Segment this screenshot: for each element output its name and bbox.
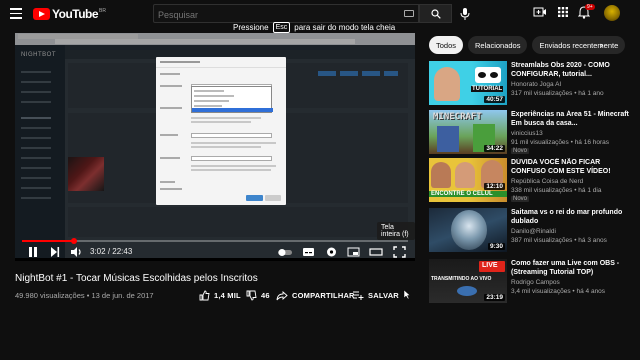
recommendation-title[interactable]: DÚVIDA VOCÊ NÃO FICAR CONFUSO COM ESTE V… (511, 158, 636, 176)
recommendation-title[interactable]: Experiências na Área 51 - Minecraft Em b… (511, 110, 636, 128)
video-thumbnail[interactable]: MINECRAFT 34:22 (429, 110, 507, 154)
youtube-logo[interactable]: YouTube BR (33, 7, 106, 21)
thumbs-up-icon (199, 290, 210, 301)
recommendation-title[interactable]: Streamlabs Obs 2020 - COMO CONFIGURAR, t… (511, 61, 636, 79)
pause-icon[interactable] (27, 244, 39, 260)
recommendation-stats: 387 mil visualizações • há 3 anos (511, 237, 607, 244)
recommendation-stats: 338 mil visualizações • há 1 dia (511, 187, 602, 194)
new-badge: Novo (511, 148, 530, 154)
video-meta: 49.980 visualizações • 13 de jun. de 201… (15, 291, 154, 300)
share-arrow-icon (276, 291, 288, 301)
progress-bar[interactable] (22, 238, 408, 244)
thumbnail-text: ENCONTRE O CELUL (429, 191, 507, 197)
view-count: 49.980 visualizações (15, 291, 85, 300)
video-title: NightBot #1 - Tocar Músicas Escolhidas p… (15, 273, 258, 284)
dislike-count: 46 (261, 291, 270, 300)
meta-separator: • (86, 291, 90, 300)
save-playlist-icon (353, 291, 364, 300)
time-separator: / (107, 247, 111, 256)
mouse-cursor-icon (403, 289, 411, 300)
search-icon (430, 8, 441, 19)
thumbnail-text: TUTORIAL (471, 86, 504, 92)
frame-settings-dialog (156, 57, 286, 205)
video-thumbnail[interactable]: LIVE TRANSMITINDO AO VIVO 23:19 (429, 259, 507, 303)
like-count: 1,4 MIL (214, 291, 241, 300)
share-button[interactable]: COMPARTILHAR (276, 290, 355, 301)
notification-badge: 9+ (585, 4, 595, 10)
video-thumbnail[interactable]: 9:30 (429, 208, 507, 252)
microphone-icon[interactable] (459, 7, 471, 21)
subtitles-icon[interactable] (302, 244, 315, 260)
like-button[interactable]: 1,4 MIL (199, 290, 241, 301)
hamburger-menu-icon[interactable] (10, 8, 22, 19)
keyboard-icon[interactable] (404, 10, 414, 17)
youtube-play-icon (33, 8, 50, 20)
channel-name[interactable]: República Coisa de Nerd (511, 178, 583, 185)
time-total: 22:43 (112, 247, 133, 256)
esc-hint-after: para sair do modo tela cheia (294, 23, 396, 32)
channel-name[interactable]: viniccius13 (511, 130, 543, 137)
duration-badge: 9:30 (487, 243, 505, 250)
recommendation-item[interactable]: MINECRAFT 34:22 Experiências na Área 51 … (429, 110, 640, 156)
recommendation-item[interactable]: 9:30 Saitama vs o rei do mar profundo du… (429, 208, 640, 254)
create-video-icon[interactable] (533, 6, 547, 18)
esc-key: Esc (272, 22, 291, 33)
chip-relacionados[interactable]: Relacionados (468, 36, 528, 54)
duration-badge: 12:10 (484, 183, 505, 190)
channel-name[interactable]: Danilo@Rinaldi (511, 228, 556, 235)
time-current: 3:02 (90, 247, 106, 256)
logo-text: YouTube (52, 7, 99, 21)
video-player[interactable]: NIGHTBOT Tela inteira (f) 3:02 / 22:43 (15, 33, 415, 261)
account-avatar[interactable] (604, 5, 620, 21)
duration-badge: 23:19 (484, 294, 505, 301)
recommendation-item[interactable]: LIVE TRANSMITINDO AO VIVO 23:19 Como faz… (429, 259, 640, 305)
video-thumbnail[interactable]: ENCONTRE O CELUL 12:10 (429, 158, 507, 202)
next-video-icon[interactable] (49, 244, 61, 260)
progress-played (22, 240, 74, 242)
search-input[interactable] (154, 6, 418, 24)
filter-chips: Todos Relacionados Enviados recentemente (429, 36, 626, 54)
recommendation-stats: 317 mil visualizações • há 1 ano (511, 90, 604, 97)
time-display: 3:02 / 22:43 (90, 247, 132, 256)
duration-badge: 34:22 (484, 145, 505, 152)
recommendation-item[interactable]: ENCONTRE O CELUL 12:10 DÚVIDA VOCÊ NÃO F… (429, 158, 640, 204)
upload-date: 13 de jun. de 2017 (91, 291, 154, 300)
channel-name[interactable]: Rodrigo Campos (511, 279, 560, 286)
thumbnail-text: TRANSMITINDO AO VIVO (431, 276, 492, 282)
chip-todos[interactable]: Todos (429, 36, 464, 54)
share-label: COMPARTILHAR (292, 291, 355, 300)
video-frame: NIGHTBOT (15, 33, 415, 258)
chevron-right-icon[interactable]: › (600, 40, 603, 50)
miniplayer-icon[interactable] (347, 244, 360, 260)
search-button[interactable] (419, 4, 452, 23)
esc-hint-before: Pressione (233, 23, 269, 32)
video-thumbnail[interactable]: TUTORIAL 40:57 (429, 61, 507, 105)
new-badge: Novo (511, 196, 530, 202)
search-box (153, 4, 419, 24)
recommendation-item[interactable]: TUTORIAL 40:57 Streamlabs Obs 2020 - COM… (429, 61, 640, 107)
dislike-button[interactable]: 46 (246, 290, 270, 301)
volume-icon[interactable] (70, 244, 83, 260)
thumbnail-text: MINECRAFT (433, 112, 482, 122)
fullscreen-exit-hint: Pressione Esc para sair do modo tela che… (233, 22, 395, 33)
recommendation-stats: 91 mil visualizações • há 16 horas (511, 139, 610, 146)
frame-dropdown-open (191, 86, 273, 113)
logo-region: BR (99, 7, 106, 14)
channel-name[interactable]: Honorato Joga AI (511, 81, 561, 88)
chip-enviados-recentemente[interactable]: Enviados recentemente (532, 36, 626, 54)
theater-mode-icon[interactable] (369, 244, 383, 260)
apps-grid-icon[interactable] (557, 6, 569, 18)
autoplay-toggle-icon[interactable] (277, 244, 293, 260)
save-button[interactable]: SALVAR (352, 290, 399, 301)
duration-badge: 40:57 (484, 96, 505, 103)
save-label: SALVAR (368, 291, 399, 300)
fullscreen-tooltip: Tela inteira (f) (377, 222, 415, 240)
settings-gear-icon[interactable] (325, 244, 338, 260)
recommendation-stats: 3,4 mil visualizações • há 4 anos (511, 288, 606, 295)
thumbs-down-icon (246, 290, 257, 301)
recommendation-title[interactable]: Como fazer uma Live com OBS - (Streaming… (511, 259, 636, 277)
recommendation-title[interactable]: Saitama vs o rei do mar profundo dublado (511, 208, 636, 226)
fullscreen-icon[interactable] (393, 244, 406, 260)
